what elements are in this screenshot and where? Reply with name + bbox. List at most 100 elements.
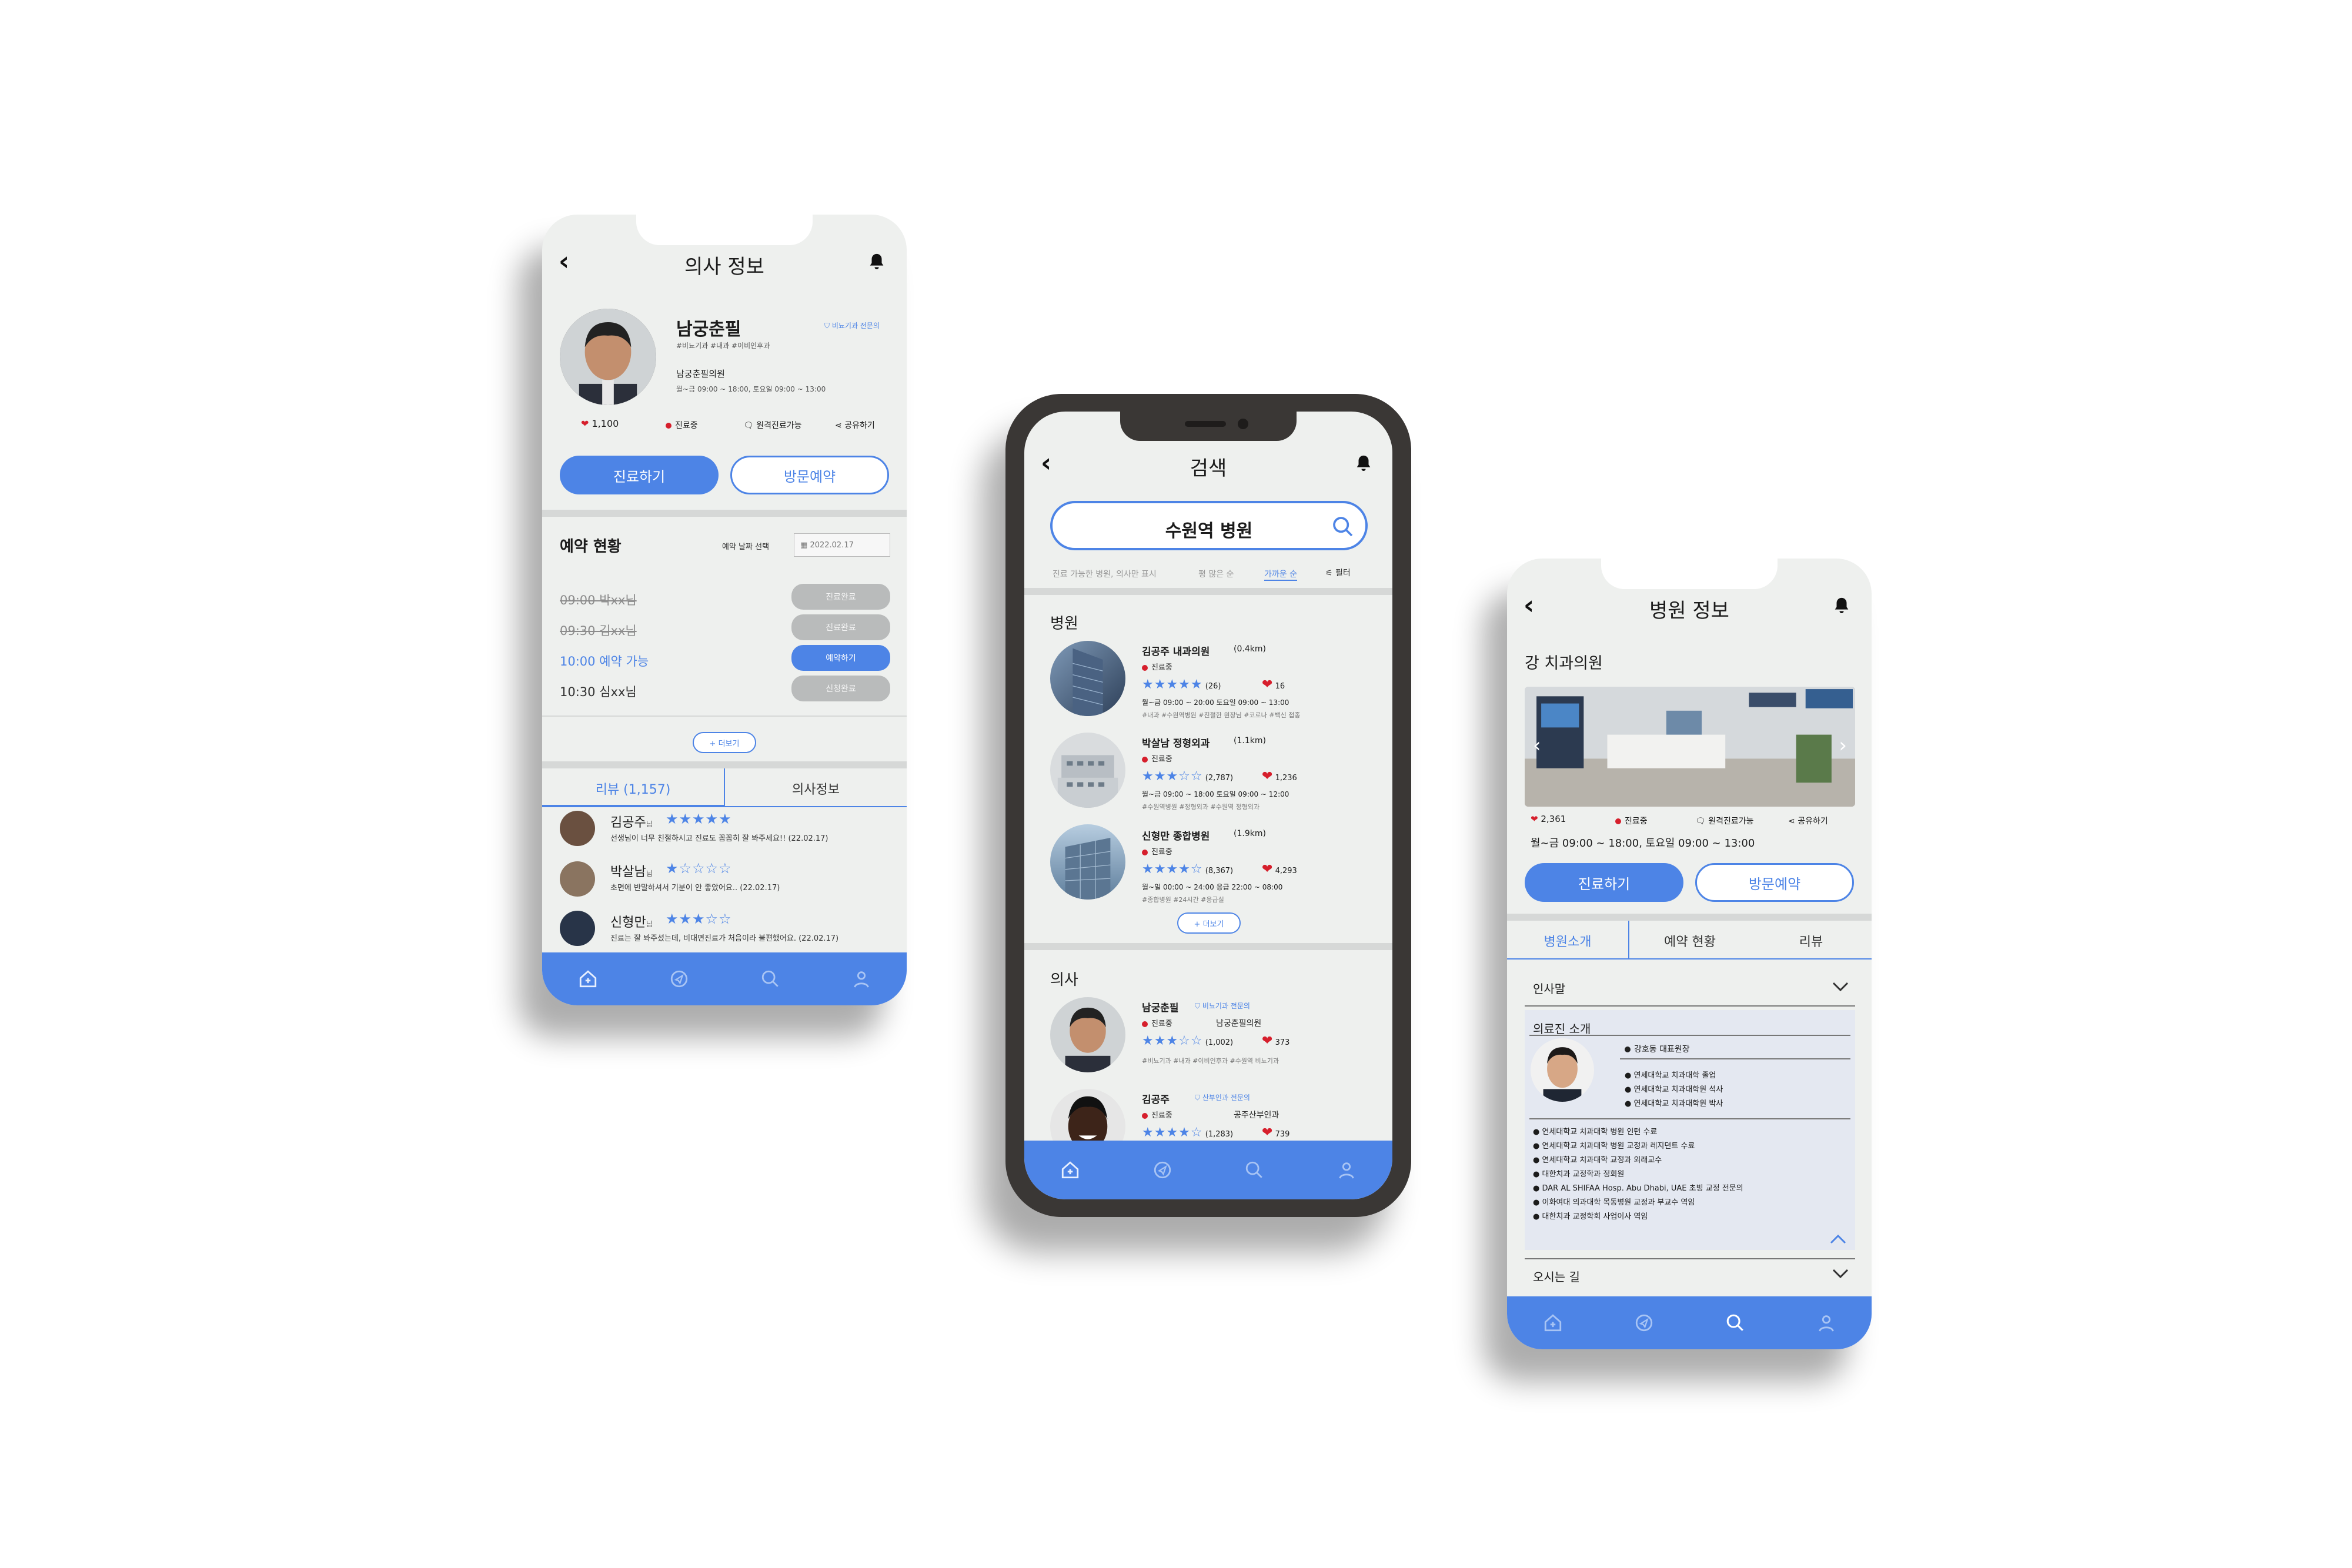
- bell-icon[interactable]: [1832, 595, 1852, 617]
- career-item: ● 연세대학교 치과대학 교정과 외래교수: [1533, 1156, 1662, 1165]
- tab-doctor-info[interactable]: 의사정보: [724, 768, 907, 807]
- treat-button[interactable]: 진료하기: [560, 456, 719, 494]
- profile-icon[interactable]: [850, 967, 873, 991]
- like-count[interactable]: ❤ 373: [1262, 1034, 1289, 1048]
- doctor-name[interactable]: 남궁춘필: [1142, 999, 1179, 1014]
- hospital-photo[interactable]: [1050, 824, 1125, 900]
- treat-button[interactable]: 진료하기: [1525, 863, 1683, 902]
- directions-accordion[interactable]: 오시는 길: [1525, 1258, 1855, 1290]
- reviewer-name: 김공주님: [610, 815, 653, 830]
- divider: [542, 716, 907, 717]
- specialist-badge: ⛉ 비뇨기과 전문의: [824, 322, 880, 330]
- profile-icon[interactable]: [1815, 1311, 1838, 1335]
- tab-hospital-intro[interactable]: 병원소개: [1507, 921, 1629, 959]
- hospital-name[interactable]: 박살남 정형외과: [1142, 735, 1210, 750]
- search-icon[interactable]: [759, 967, 782, 991]
- review-tabs: 리뷰 (1,157) 의사정보: [542, 768, 907, 807]
- heart-icon: ❤: [1262, 677, 1273, 692]
- heart-icon: ❤: [1262, 769, 1273, 784]
- carousel-next-icon[interactable]: ›: [1839, 734, 1847, 757]
- like-count[interactable]: ❤ 1,236: [1262, 769, 1297, 784]
- rating: ★★★★☆ (1,283): [1142, 1125, 1234, 1140]
- hospital-name[interactable]: 신형만 종합병원: [1142, 828, 1210, 842]
- heart-icon: ❤: [1262, 1125, 1273, 1140]
- share-button[interactable]: ⋖ 공유하기: [835, 419, 875, 431]
- send-icon[interactable]: [667, 967, 691, 991]
- live-dot-icon: [1142, 849, 1148, 855]
- like-count[interactable]: ❤ 1,100: [581, 418, 619, 429]
- hospital-name[interactable]: 김공주 내과의원: [1142, 643, 1210, 658]
- carousel-prev-icon[interactable]: ‹: [1533, 734, 1541, 757]
- tab-reservation[interactable]: 예약 현황: [1629, 921, 1750, 959]
- search-icon[interactable]: [1331, 515, 1355, 539]
- reviewer-avatar: [560, 911, 595, 946]
- share-button[interactable]: ⋖ 공유하기: [1788, 815, 1828, 827]
- doctor-name[interactable]: 김공주: [1142, 1091, 1170, 1106]
- send-icon[interactable]: [1151, 1158, 1174, 1182]
- chat-icon: 🗨: [743, 421, 757, 430]
- greeting-accordion[interactable]: 인사말: [1525, 970, 1855, 1007]
- status-badge: 진료중: [1142, 753, 1172, 764]
- filter-hint: 진료 가능한 병원, 의사만 표시: [1053, 570, 1157, 579]
- hospital-photo[interactable]: [1050, 641, 1125, 716]
- home-icon[interactable]: [1058, 1158, 1082, 1182]
- search-input[interactable]: 수원역 병원: [1050, 501, 1368, 550]
- mockup-stage: ‹ 의사 정보 남궁춘필 ⛉ 비뇨기과 전문의 #비뇨기과 #내과 #이비인후과…: [0, 0, 2352, 1568]
- review-stars: ★★★★★: [666, 811, 732, 827]
- hospital-photo-carousel[interactable]: ‹ ›: [1525, 687, 1855, 807]
- clinic-hours: 월~금 09:00 ~ 18:00, 토요일 09:00 ~ 13:00: [676, 385, 826, 393]
- page-title: 검색: [1190, 456, 1227, 480]
- home-icon[interactable]: [576, 967, 600, 991]
- search-icon[interactable]: [1723, 1311, 1747, 1335]
- search-icon[interactable]: [1242, 1158, 1266, 1182]
- director-career: ● 연세대학교 치과대학 병원 인턴 수료 ● 연세대학교 치과대학 병원 교정…: [1533, 1125, 1743, 1224]
- like-count[interactable]: ❤ 4,293: [1262, 862, 1297, 877]
- slot-time: 09:00 박xx님: [560, 593, 637, 607]
- phone-notch: [1601, 559, 1778, 589]
- reviewer-name: 박살남님: [610, 865, 653, 880]
- rating: ★★★☆☆ (2,787): [1142, 769, 1234, 784]
- date-picker[interactable]: ▦ 2022.02.17: [794, 533, 890, 557]
- chevron-up-icon[interactable]: [1829, 1233, 1847, 1245]
- visit-reserve-button[interactable]: 방문예약: [730, 456, 889, 494]
- edu-item: ● 연세대학교 치과대학원 박사: [1625, 1099, 1723, 1108]
- like-count[interactable]: ❤ 739: [1262, 1125, 1289, 1140]
- edu-item: ● 연세대학교 치과대학원 석사: [1625, 1085, 1723, 1094]
- hospital-hours: 월~일 00:00 ~ 24:00 응급 22:00 ~ 08:00: [1142, 883, 1283, 891]
- hospital-distance: (0.4km): [1234, 644, 1266, 654]
- tab-review[interactable]: 리뷰 (1,157): [542, 768, 724, 807]
- director-education: ● 연세대학교 치과대학 졸업 ● 연세대학교 치과대학원 석사 ● 연세대학교…: [1625, 1069, 1723, 1111]
- hospital-name: 강 치과의원: [1525, 654, 1603, 673]
- director-name: 강호동 대표원장: [1625, 1043, 1690, 1055]
- sliders-icon: ⚟: [1325, 569, 1336, 578]
- bell-icon[interactable]: [1354, 453, 1374, 475]
- send-icon[interactable]: [1632, 1311, 1656, 1335]
- heart-icon: ❤: [1262, 862, 1273, 877]
- calendar-icon: ▦: [800, 540, 808, 550]
- share-icon: ⋖: [835, 421, 845, 430]
- shield-icon: ⛉: [1195, 1094, 1202, 1102]
- more-button[interactable]: + 더보기: [693, 732, 756, 753]
- like-count[interactable]: ❤ 16: [1262, 677, 1285, 692]
- status-badge: 진료중: [1142, 845, 1172, 857]
- reserve-slot-button[interactable]: 예약하기: [791, 645, 890, 671]
- bell-icon[interactable]: [867, 251, 887, 273]
- rating: ★★★★☆ (8,367): [1142, 862, 1234, 877]
- edu-item: ● 연세대학교 치과대학 졸업: [1625, 1071, 1716, 1080]
- like-count[interactable]: ❤ 2,361: [1531, 814, 1566, 824]
- profile-icon[interactable]: [1335, 1158, 1358, 1182]
- search-screen: ‹ 검색 수원역 병원 진료 가능한 병원, 의사만 표시 평 많은 순 가까운…: [1024, 412, 1392, 1199]
- tab-review[interactable]: 리뷰: [1750, 921, 1872, 959]
- filter-button[interactable]: ⚟ 필터: [1325, 567, 1351, 579]
- sort-distance-button[interactable]: 가까운 순: [1264, 568, 1297, 581]
- hospital-photo[interactable]: [1050, 733, 1125, 808]
- doctor-avatar[interactable]: [1050, 997, 1125, 1072]
- visit-reserve-button[interactable]: 방문예약: [1695, 863, 1854, 902]
- reviewer-avatar: [560, 861, 595, 897]
- home-icon[interactable]: [1541, 1311, 1565, 1335]
- shield-icon: ⛉: [824, 322, 832, 330]
- career-item: ● 연세대학교 치과대학 병원 교정과 레지던트 수료: [1533, 1142, 1695, 1151]
- more-button[interactable]: + 더보기: [1177, 912, 1241, 934]
- sort-reviews-button[interactable]: 평 많은 순: [1198, 568, 1234, 580]
- heart-icon: ❤: [1262, 1034, 1273, 1048]
